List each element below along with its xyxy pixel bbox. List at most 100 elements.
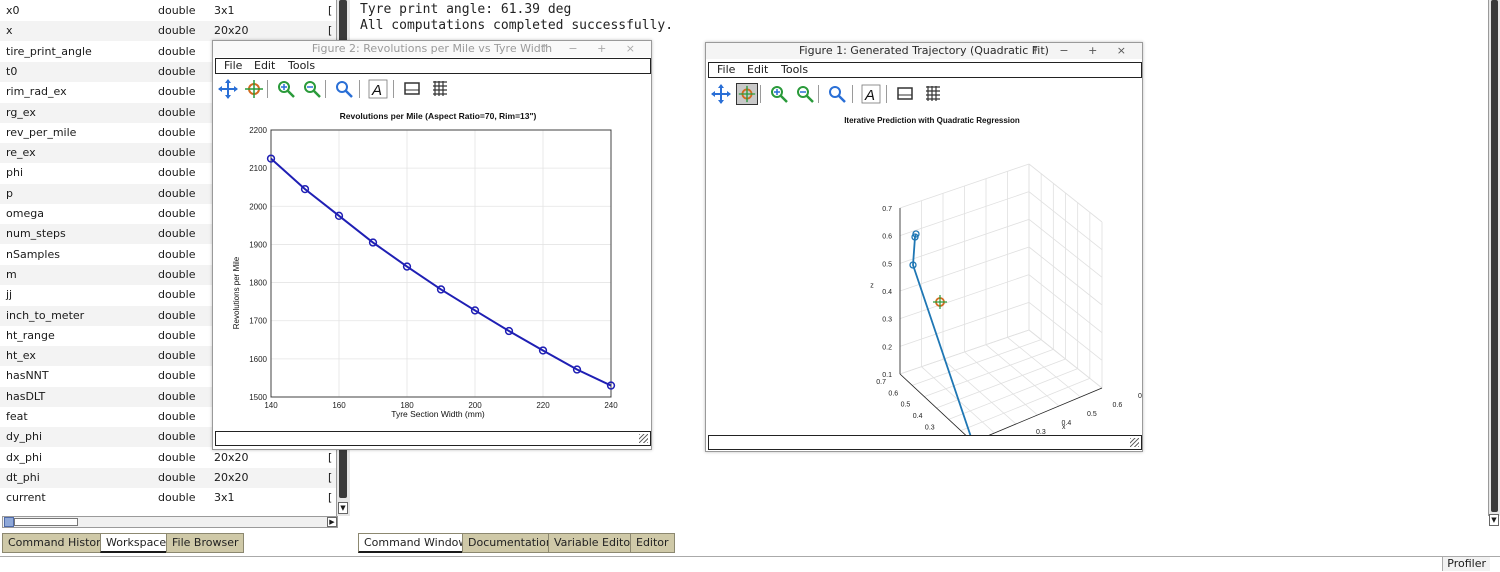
- axes-icon[interactable]: [401, 78, 423, 100]
- workspace-class-cell: double: [158, 308, 196, 322]
- workspace-value-cell: [: [328, 24, 333, 38]
- workspace-name-cell: jj: [6, 288, 13, 302]
- y-tick-label: 0.5: [901, 402, 911, 409]
- text-icon[interactable]: A: [860, 83, 882, 105]
- rotate-icon[interactable]: [736, 83, 758, 105]
- workspace-name-cell: dt_phi: [6, 470, 40, 484]
- menu-tools[interactable]: Tools: [781, 63, 808, 77]
- scroll-down-arrow-icon[interactable]: ▼: [1489, 514, 1499, 526]
- workspace-class-cell: double: [158, 328, 196, 342]
- toolbar-separator: [886, 85, 887, 103]
- x-tick-label: 160: [332, 401, 346, 410]
- workspace-class-cell: double: [158, 491, 196, 505]
- grid-line: [985, 344, 1060, 407]
- workspace-name-cell: rim_rad_ex: [6, 85, 67, 99]
- workspace-row[interactable]: x0 double 3x1 [: [0, 1, 336, 21]
- toolbar-separator: [760, 85, 761, 103]
- x-axis-label: x: [1062, 424, 1066, 431]
- workspace-hscroll-thumb[interactable]: [14, 518, 78, 526]
- workspace-name-cell: t0: [6, 64, 18, 78]
- z-tick-label: 0.3: [882, 317, 892, 324]
- octave-gui: x0 double 3x1 [x double 20x20 [tire_print_angl…: [0, 0, 1500, 572]
- workspace-class-cell: double: [158, 470, 196, 484]
- zoom-out-icon[interactable]: [301, 78, 323, 100]
- rotate-icon[interactable]: [243, 78, 265, 100]
- window-controls[interactable]: ↑ − + ×: [540, 41, 643, 57]
- x-tick-label: 200: [468, 401, 482, 410]
- scroll-left-arrow-icon[interactable]: [4, 517, 14, 527]
- menu-edit[interactable]: Edit: [747, 63, 768, 77]
- figure-2-toolbar: A: [217, 78, 647, 100]
- text-icon[interactable]: A: [367, 78, 389, 100]
- grid-icon[interactable]: [429, 78, 451, 100]
- workspace-row[interactable]: current double 3x1 [: [0, 488, 336, 508]
- y-tick-label: 1500: [249, 393, 267, 402]
- toolbar-separator: [325, 80, 326, 98]
- workspace-class-cell: double: [158, 105, 196, 119]
- plot-area: [899, 163, 1103, 435]
- zoom-in-icon[interactable]: [275, 78, 297, 100]
- axes-box: [270, 129, 612, 398]
- toolbar-separator: [359, 80, 360, 98]
- y-tick-label: 2000: [249, 202, 267, 211]
- axes-icon[interactable]: [894, 83, 916, 105]
- y-tick-label: 1800: [249, 279, 267, 288]
- workspace-class-cell: double: [158, 430, 196, 444]
- x-tick-label: 0.7: [1138, 393, 1142, 400]
- tab-editor[interactable]: Editor: [630, 533, 675, 553]
- pan-icon[interactable]: [710, 83, 732, 105]
- chart-title: Revolutions per Mile (Aspect Ratio=70, R…: [340, 111, 537, 121]
- y-tick-label: 0.7: [876, 379, 886, 386]
- chart-title: Iterative Prediction with Quadratic Regr…: [844, 116, 1020, 125]
- menu-edit[interactable]: Edit: [254, 59, 275, 73]
- workspace-name-cell: rg_ex: [6, 105, 36, 119]
- figure-1-window[interactable]: Figure 1: Generated Trajectory (Quadrati…: [705, 42, 1143, 452]
- tab-documentation[interactable]: Documentation: [462, 533, 559, 553]
- workspace-class-cell: double: [158, 4, 196, 17]
- figure-2-window[interactable]: Figure 2: Revolutions per Mile vs Tyre W…: [212, 40, 652, 450]
- workspace-row[interactable]: dx_phi double 20x20 [: [0, 448, 336, 468]
- workspace-name-cell: feat: [6, 410, 28, 423]
- tab-command-window[interactable]: Command Window: [358, 533, 474, 553]
- zoom-in-icon[interactable]: [768, 83, 790, 105]
- command-window-scroll-thumb[interactable]: [1491, 0, 1498, 512]
- zoom-out-icon[interactable]: [794, 83, 816, 105]
- grid-line: [988, 387, 1103, 435]
- window-controls[interactable]: ↑ − + ×: [1031, 43, 1134, 59]
- toolbar-separator: [267, 80, 268, 98]
- zoom-reset-icon[interactable]: [826, 83, 848, 105]
- grid-line: [912, 339, 1042, 386]
- scroll-down-arrow-icon[interactable]: ▼: [338, 502, 348, 514]
- zoom-reset-icon[interactable]: [333, 78, 355, 100]
- workspace-name-cell: rev_per_mile: [6, 125, 77, 139]
- tab-workspace[interactable]: Workspace: [100, 533, 173, 553]
- menu-tools[interactable]: Tools: [288, 59, 315, 73]
- grid-icon[interactable]: [922, 83, 944, 105]
- profiler-button[interactable]: Profiler: [1442, 557, 1490, 571]
- tab-file-browser[interactable]: File Browser: [166, 533, 245, 553]
- workspace-name-cell: omega: [6, 207, 44, 220]
- scroll-right-arrow-icon[interactable]: ▶: [327, 517, 337, 527]
- menu-file[interactable]: File: [717, 63, 735, 77]
- workspace-row[interactable]: x double 20x20 [: [0, 21, 336, 42]
- y-tick-label: 1600: [249, 355, 267, 364]
- pan-icon[interactable]: [217, 78, 239, 100]
- z-axis-label: z: [870, 283, 874, 290]
- workspace-dims-cell: 3x1: [214, 491, 235, 505]
- x-tick-label: 0.6: [1113, 402, 1123, 409]
- workspace-dims-cell: 20x20: [214, 450, 249, 464]
- grid-line: [1007, 337, 1081, 398]
- workspace-name-cell: dy_phi: [6, 430, 43, 444]
- menu-file[interactable]: File: [224, 59, 242, 73]
- z-tick-label: 0.6: [882, 234, 892, 241]
- resize-grip-icon[interactable]: [639, 434, 648, 443]
- tab-command-history[interactable]: Command History: [2, 533, 114, 553]
- workspace-class-cell: double: [158, 85, 196, 99]
- workspace-row[interactable]: dt_phi double 20x20 [: [0, 467, 336, 488]
- tab-variable-editor[interactable]: Variable Editor: [548, 533, 641, 553]
- resize-grip-icon[interactable]: [1130, 438, 1139, 447]
- workspace-class-cell: double: [158, 186, 196, 200]
- workspace-class-cell: double: [158, 389, 196, 403]
- y-tick-label: 1700: [249, 317, 267, 326]
- workspace-class-cell: double: [158, 166, 196, 180]
